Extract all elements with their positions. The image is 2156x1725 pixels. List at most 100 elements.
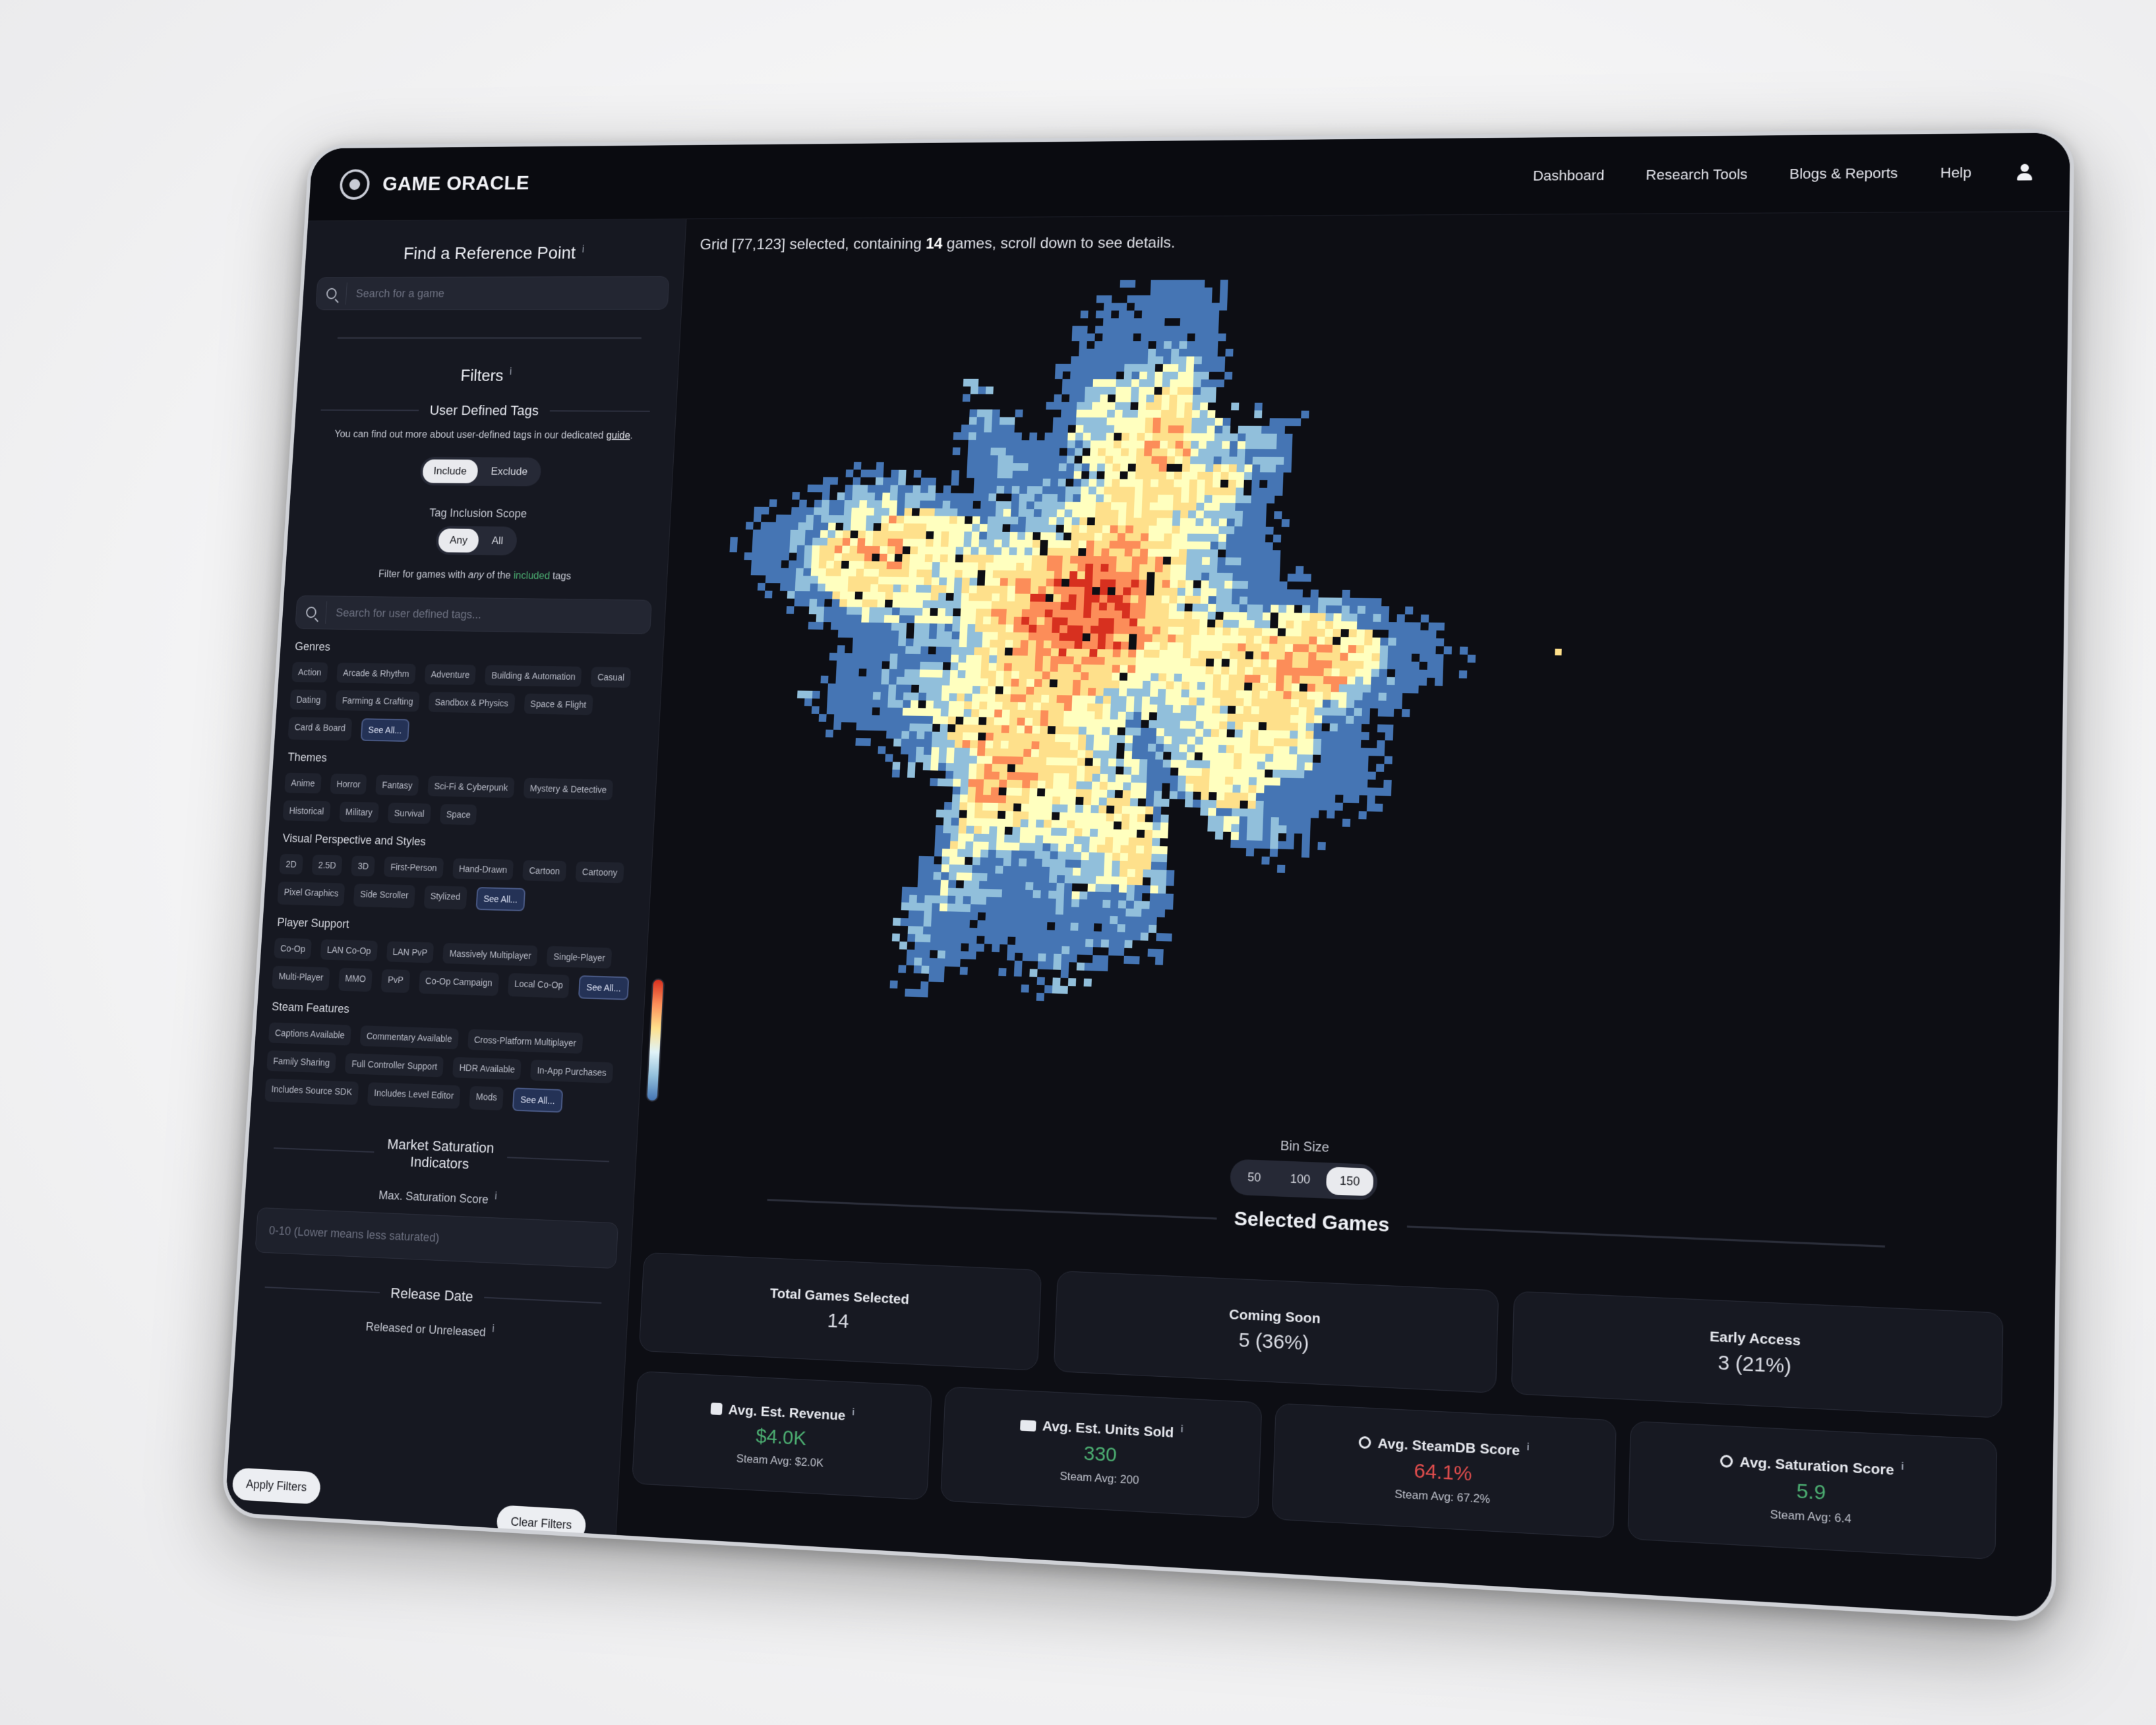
heatmap-cell[interactable]	[916, 585, 924, 593]
heatmap-cell[interactable]	[1228, 487, 1236, 495]
heatmap-cell[interactable]	[955, 904, 963, 912]
heatmap-cell[interactable]	[1017, 725, 1025, 733]
heatmap-cell[interactable]	[1255, 403, 1263, 411]
heatmap-cell[interactable]	[976, 944, 984, 952]
heatmap-cell[interactable]	[1118, 318, 1126, 326]
heatmap-cell[interactable]	[1209, 800, 1216, 808]
heatmap-cell[interactable]	[992, 425, 1000, 433]
heatmap-cell[interactable]	[949, 686, 957, 694]
heatmap-cell[interactable]	[843, 669, 851, 677]
heatmap-cell[interactable]	[1362, 700, 1370, 708]
heatmap-cell[interactable]	[1203, 341, 1211, 349]
heatmap-cell[interactable]	[1074, 649, 1082, 657]
heatmap-cell[interactable]	[1338, 723, 1346, 731]
heatmap-cell[interactable]	[997, 655, 1005, 663]
heatmap-cell[interactable]	[1269, 636, 1277, 644]
heatmap-cell[interactable]	[1164, 341, 1172, 349]
heatmap-cell[interactable]	[1027, 655, 1035, 663]
heatmap-cell[interactable]	[978, 897, 986, 905]
heatmap-cell[interactable]	[1253, 644, 1261, 651]
heatmap-cell[interactable]	[1326, 605, 1334, 613]
tag-chip[interactable]: 2D	[279, 854, 303, 875]
heatmap-cell[interactable]	[1051, 456, 1059, 464]
heatmap-cell[interactable]	[1146, 783, 1154, 791]
heatmap-cell[interactable]	[831, 615, 839, 622]
heatmap-cell[interactable]	[874, 677, 882, 684]
heatmap-cell[interactable]	[1103, 696, 1111, 704]
heatmap-cell[interactable]	[864, 561, 872, 569]
heatmap-cell[interactable]	[986, 717, 994, 725]
heatmap-cell[interactable]	[1343, 795, 1351, 803]
heatmap-cell[interactable]	[1182, 471, 1189, 479]
heatmap-cell[interactable]	[1175, 456, 1183, 464]
heatmap-cell[interactable]	[1208, 604, 1216, 612]
heatmap-cell[interactable]	[1387, 693, 1394, 701]
heatmap-cell[interactable]	[920, 493, 928, 501]
tag-chip[interactable]: Cartoony	[576, 861, 624, 883]
heatmap-cell[interactable]	[1007, 593, 1015, 601]
info-icon[interactable]: i	[1180, 1423, 1183, 1434]
heatmap-cell[interactable]	[1076, 602, 1084, 610]
heatmap-cell[interactable]	[1075, 633, 1083, 641]
heatmap-cell[interactable]	[1142, 495, 1150, 502]
heatmap-cell[interactable]	[1161, 595, 1169, 603]
heatmap-cell[interactable]	[1222, 449, 1230, 457]
heatmap-cell[interactable]	[935, 670, 943, 678]
heatmap-cell[interactable]	[1129, 814, 1137, 822]
heatmap-cell[interactable]	[1301, 636, 1309, 644]
heatmap-cell[interactable]	[1435, 662, 1443, 670]
heatmap-cell[interactable]	[1274, 511, 1282, 519]
heatmap-cell[interactable]	[984, 586, 992, 593]
heatmap-cell[interactable]	[1189, 682, 1197, 690]
heatmap-cell[interactable]	[1321, 731, 1329, 739]
heatmap-cell[interactable]	[988, 865, 996, 873]
heatmap-cell[interactable]	[1154, 768, 1162, 775]
heatmap-cell[interactable]	[805, 537, 813, 545]
heatmap-cell[interactable]	[1052, 610, 1060, 618]
heatmap-cell[interactable]	[868, 646, 876, 653]
heatmap-cell[interactable]	[1318, 605, 1326, 613]
heatmap-cell[interactable]	[951, 632, 959, 640]
heatmap-cell[interactable]	[895, 531, 903, 539]
heatmap-cell[interactable]	[888, 523, 896, 531]
heatmap-cell[interactable]	[1185, 372, 1193, 380]
heatmap-cell[interactable]	[973, 857, 980, 865]
heatmap-cell[interactable]	[1201, 565, 1209, 573]
heatmap-cell[interactable]	[1021, 640, 1029, 648]
heatmap-cell[interactable]	[859, 508, 867, 516]
heatmap-cell[interactable]	[996, 842, 1004, 850]
heatmap-cell[interactable]	[864, 546, 872, 554]
heatmap-cell[interactable]	[1023, 945, 1031, 953]
heatmap-cell[interactable]	[1052, 433, 1060, 440]
heatmap-cell[interactable]	[1168, 410, 1176, 418]
heatmap-cell[interactable]	[978, 555, 986, 562]
heatmap-cell[interactable]	[1377, 748, 1385, 756]
heatmap-cell[interactable]	[804, 698, 812, 706]
heatmap-cell[interactable]	[810, 591, 818, 599]
heatmap-cell[interactable]	[1361, 748, 1369, 756]
heatmap-cell[interactable]	[911, 692, 918, 700]
heatmap-cell[interactable]	[981, 834, 989, 842]
heatmap-cell[interactable]	[982, 810, 990, 818]
heatmap-cell[interactable]	[1352, 756, 1360, 764]
heatmap-cell[interactable]	[1108, 379, 1116, 387]
heatmap-cell[interactable]	[970, 733, 978, 741]
heatmap-cell[interactable]	[924, 562, 932, 570]
heatmap-cell[interactable]	[1244, 675, 1252, 682]
heatmap-cell[interactable]	[889, 516, 897, 524]
heatmap-cell[interactable]	[1234, 519, 1242, 527]
heatmap-cell[interactable]	[1340, 653, 1348, 661]
heatmap-cell[interactable]	[986, 539, 994, 547]
heatmap-cell[interactable]	[1102, 908, 1110, 916]
heatmap-cell[interactable]	[992, 578, 1000, 586]
heatmap-cell[interactable]	[1045, 602, 1053, 610]
heatmap-cell[interactable]	[1052, 633, 1060, 641]
heatmap-cell[interactable]	[1183, 627, 1191, 635]
heatmap-cell[interactable]	[1233, 769, 1241, 777]
heatmap-cell[interactable]	[841, 568, 849, 576]
heatmap-cell[interactable]	[1294, 818, 1302, 826]
heatmap-cell[interactable]	[977, 756, 985, 764]
heatmap-cell[interactable]	[1017, 702, 1025, 710]
heatmap-cell[interactable]	[1014, 601, 1022, 609]
heatmap-cell[interactable]	[1267, 707, 1274, 715]
